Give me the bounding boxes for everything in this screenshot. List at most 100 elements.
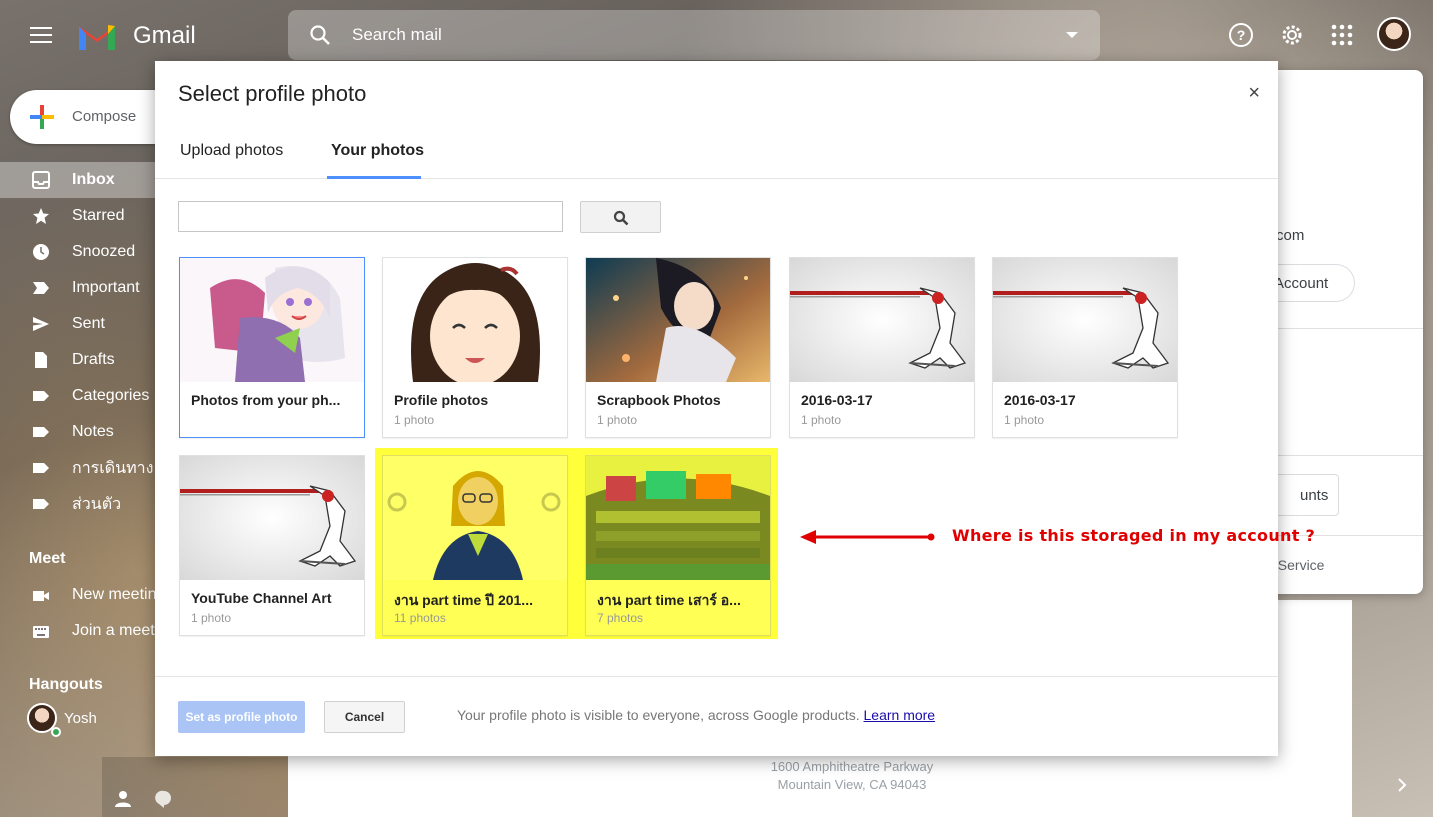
join-meeting-item[interactable]: Join a meet [0,614,160,650]
sidebar-item-important[interactable]: Important [0,270,160,306]
cancel-button[interactable]: Cancel [324,701,405,733]
album-count: 7 photos [597,611,644,625]
keyboard-icon [33,626,49,638]
sidebar-item-starred[interactable]: Starred [0,198,160,234]
label-icon [33,499,49,509]
hangouts-user-name[interactable]: Yosh [64,710,97,727]
album-count: 1 photo [597,413,638,427]
album-title: งาน part time ปี 201... [394,592,533,608]
sidebar-item-label: ส่วนตัว [72,495,122,513]
tab-upload-photos[interactable]: Upload photos [180,142,283,160]
search-placeholder[interactable]: Search mail [352,25,442,45]
settings-gear-icon[interactable] [1279,22,1305,48]
album-search-button[interactable] [580,201,661,233]
person-icon[interactable] [114,790,132,808]
profile-visibility-note: Your profile photo is visible to everyon… [457,707,935,723]
manage-accounts-button[interactable]: unts [1270,474,1339,516]
sidebar-item-label: Important [72,279,140,296]
dialog-title: Select profile photo [178,81,367,106]
album-tile-youtube-channel-art[interactable]: YouTube Channel Art 1 photo [179,455,365,636]
clock-icon [33,244,49,260]
select-profile-photo-dialog: Select profile photo × Upload photos You… [155,61,1278,756]
account-avatar[interactable] [1377,17,1411,51]
gmail-wordmark: Gmail [133,22,196,49]
meet-section-title: Meet [29,550,66,567]
album-tile-part-time-year[interactable]: งาน part time ปี 201... 11 photos [382,455,568,636]
join-meeting-label: Join a meet [72,622,155,639]
search-bar[interactable]: Search mail [288,10,1100,60]
sidebar-item-drafts[interactable]: Drafts [0,342,160,378]
tab-your-photos[interactable]: Your photos [331,142,424,160]
album-title: งาน part time เสาร์ อ... [597,592,741,608]
sidebar-item-inbox[interactable]: Inbox [0,162,160,198]
new-meeting-label: New meetin [72,586,157,603]
album-tile-photos-from-phone[interactable]: Photos from your ph... [179,257,365,438]
profile-visibility-text: Your profile photo is visible to everyon… [457,707,860,723]
sidebar-item-travel[interactable]: การเดินทาง [0,450,160,486]
svg-text:?: ? [1237,27,1246,43]
search-icon [613,210,629,226]
album-search-input[interactable] [178,201,563,232]
label-icon [33,427,49,437]
album-tile-profile-photos[interactable]: Profile photos 1 photo [382,257,568,438]
album-thumbnail [790,258,974,382]
album-thumbnail [383,456,567,580]
terms-of-service-link[interactable]: f Service [1270,557,1324,573]
album-count: 1 photo [191,611,232,625]
footer-address-line2: Mountain View, CA 94043 [777,777,927,792]
compose-label: Compose [72,108,137,125]
apps-grid-icon[interactable] [1329,22,1355,48]
album-tile-part-time-saturday[interactable]: งาน part time เสาร์ อ... 7 photos [585,455,771,636]
album-title: Scrapbook Photos [597,392,721,408]
learn-more-link[interactable]: Learn more [864,707,936,723]
album-title: Photos from your ph... [191,392,341,408]
close-icon[interactable]: × [1248,83,1260,103]
main-menu-icon[interactable] [30,27,52,48]
album-count: 11 photos [394,611,446,625]
sidebar-item-label: การเดินทาง [72,459,154,477]
gmail-logo-icon[interactable] [76,20,118,52]
sidebar-item-label: Categories [72,387,150,404]
hangouts-chat-icon[interactable] [155,790,173,808]
video-icon [33,591,49,601]
album-thumbnail [383,258,567,382]
important-icon [33,282,49,294]
album-title: 2016-03-17 [1004,392,1076,408]
compose-plus-icon [30,105,54,129]
set-as-profile-photo-button[interactable]: Set as profile photo [178,701,305,733]
sidebar-nav: Inbox Starred Snoozed Important Sent Dra… [0,162,160,522]
album-thumbnail [586,456,770,580]
sidebar-item-label: Notes [72,423,114,440]
album-tile-scrapbook-photos[interactable]: Scrapbook Photos 1 photo [585,257,771,438]
annotation-arrow-icon [800,530,935,544]
album-title: YouTube Channel Art [191,590,332,606]
account-email-fragment: com [1276,227,1305,244]
annotation-question: Where is this storaged in my account ? [952,526,1316,545]
draft-icon [35,352,47,368]
album-count: 1 photo [394,413,435,427]
chevron-right-icon[interactable] [1392,775,1412,795]
sidebar-item-snoozed[interactable]: Snoozed [0,234,160,270]
help-icon[interactable]: ? [1228,22,1254,48]
online-status-icon [51,727,61,737]
album-tile-2016-03-17-a[interactable]: 2016-03-17 1 photo [789,257,975,438]
footer-address-line1: 1600 Amphitheatre Parkway [770,759,934,774]
new-meeting-item[interactable]: New meetin [0,578,160,614]
sidebar-item-sent[interactable]: Sent [0,306,160,342]
sidebar-item-notes[interactable]: Notes [0,414,160,450]
album-thumbnail [180,258,364,382]
album-thumbnail [586,258,770,382]
album-title: Profile photos [394,392,489,408]
album-thumbnail [993,258,1177,382]
hangouts-bottom-bar [102,757,288,817]
search-options-icon[interactable] [1066,32,1078,38]
album-tile-2016-03-17-b[interactable]: 2016-03-17 1 photo [992,257,1178,438]
footer-divider [155,676,1278,677]
send-icon [33,317,49,331]
search-icon[interactable] [308,23,332,47]
dialog-tabs: Upload photos Your photos [155,127,1278,179]
sidebar-item-categories[interactable]: Categories [0,378,160,414]
sidebar-item-personal[interactable]: ส่วนตัว [0,486,160,522]
hangouts-section-title: Hangouts [29,676,103,693]
inbox-icon [32,171,50,189]
